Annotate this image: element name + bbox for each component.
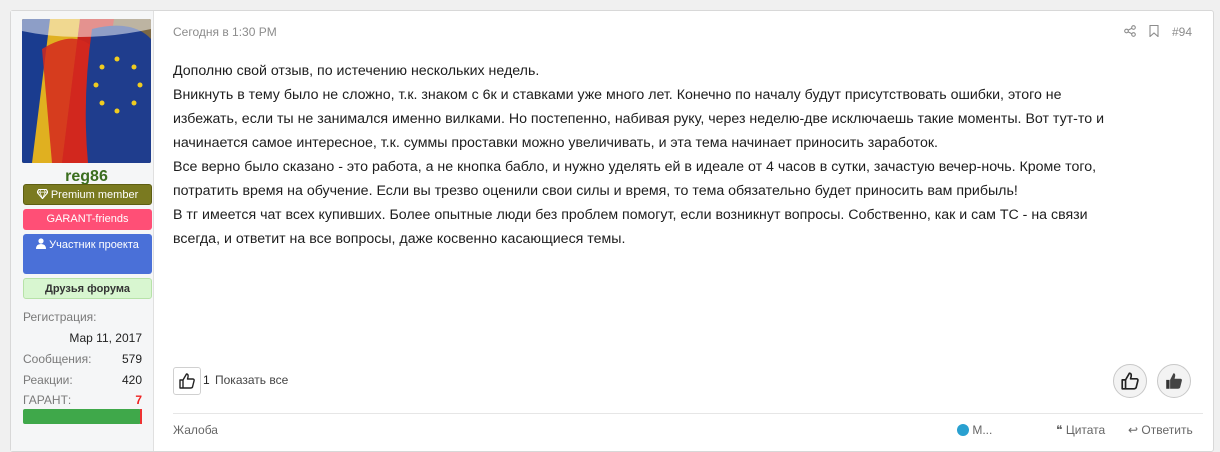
bookmark-icon[interactable] [1149,24,1159,40]
post-line: начинается самое интересное, т.к. суммы … [173,135,938,151]
quote-button[interactable]: ❝ Цитата [1056,423,1105,437]
quote-icon: ❝ [1056,423,1063,437]
quote-label: Цитата [1065,423,1106,437]
multiquote-label: М... [972,423,993,437]
reactions-value: 420 [121,373,142,387]
post-line: Вникнуть в тему было не сложно, т.к. зна… [173,87,1062,103]
likes-count[interactable]: 1 [203,373,210,387]
like-icon[interactable] [173,367,201,395]
forum-post: reg86 Premium member GARANT-friends Учас… [10,10,1214,452]
post-body: Дополню свой отзыв, по истечению несколь… [173,59,1183,251]
reply-icon: ↩ [1128,423,1139,437]
garant-stat: ГАРАНТ: 7 [23,393,152,407]
show-all-link[interactable]: Показать все [215,373,288,387]
garant-rating-bar [23,409,141,424]
avatar[interactable] [22,19,151,163]
post-number[interactable]: #94 [1172,25,1192,39]
registration-value: Мар 11, 2017 [69,331,142,345]
post-line: потратить время на обучение. Если вы тре… [173,183,1018,199]
post-line: всегда, и ответит на все вопросы, даже к… [173,231,626,247]
user-icon [36,238,47,249]
garant-friends-badge: GARANT-friends [23,209,152,230]
garant-label: ГАРАНТ: [23,393,72,407]
forum-friends-badge: Друзья форума [23,278,152,299]
project-member-label: Участник проекта [49,239,139,251]
gem-icon [36,188,49,200]
reply-label: Ответить [1141,423,1193,437]
registration-label: Регистрация: [23,310,97,324]
complaint-link[interactable]: Жалоба [173,423,218,437]
user-info-panel: reg86 Premium member GARANT-friends Учас… [11,11,154,451]
post-line: Все верно было сказано - это работа, а н… [173,159,1097,175]
post-line: избежать, если ты не занимался именно ви… [173,111,1104,127]
share-icon[interactable] [1124,25,1136,40]
reactions-stat: Реакции: 420 [23,373,152,387]
garant-value: 7 [135,393,142,407]
premium-member-badge: Premium member [23,184,152,205]
premium-member-label: Premium member [50,189,139,201]
post-line: Дополню свой отзыв, по истечению несколь… [173,63,540,79]
project-member-badge: Участник проекта [23,234,152,274]
messages-stat: Сообщения: 579 [23,352,152,366]
messages-value: 579 [121,352,142,366]
post-line: В тг имеется чат всех купивших. Более оп… [173,207,1088,223]
like-button[interactable] [1113,364,1147,398]
multiquote-button[interactable]: М... [957,423,992,437]
post-time[interactable]: Сегодня в 1:30 PM [173,25,277,39]
garant-rating-bar-end [140,409,142,424]
reply-button[interactable]: ↩ Ответить [1128,423,1193,437]
messages-label: Сообщения: [23,352,92,366]
thumbs-up-icon[interactable] [1157,364,1191,398]
reactions-label: Реакции: [23,373,73,387]
footer-divider [173,413,1203,414]
